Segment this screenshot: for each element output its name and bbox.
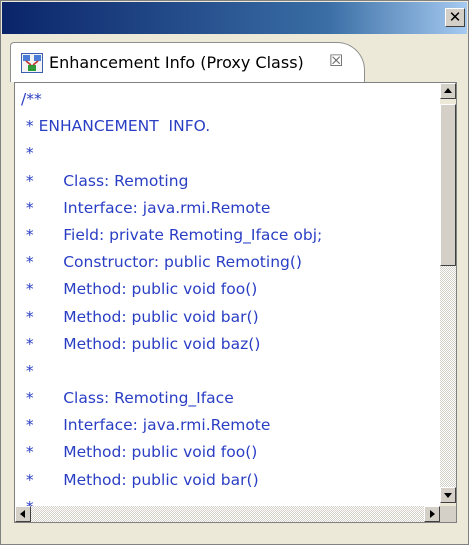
- arrow-up-icon: [444, 88, 452, 93]
- scroll-down-button[interactable]: [440, 487, 456, 503]
- horizontal-scrollbar[interactable]: [15, 506, 440, 522]
- code-line: * Interface: java.rmi.Remote: [21, 416, 271, 435]
- editor-pane[interactable]: /** * ENHANCEMENT INFO. * * Class: Remot…: [14, 82, 457, 523]
- tab-title: Enhancement Info (Proxy Class): [49, 53, 304, 72]
- code-line: * Class: Remoting: [21, 171, 189, 190]
- code-line: * Method: public void baz(): [21, 334, 261, 353]
- vertical-scroll-thumb[interactable]: [440, 104, 456, 266]
- arrow-right-icon: [430, 510, 435, 518]
- code-text: /** * ENHANCEMENT INFO. * * Class: Remot…: [21, 86, 433, 521]
- code-line: * Interface: java.rmi.Remote: [21, 198, 271, 217]
- tab-enhancement-info[interactable]: Enhancement Info (Proxy Class) ☒: [10, 42, 365, 82]
- code-line: * Method: public void bar(): [21, 470, 259, 489]
- window-frame: ✕ Enhancement Info (Proxy Class) ☒ /** *…: [0, 0, 469, 545]
- window-close-button[interactable]: ✕: [445, 8, 465, 27]
- tab-strip: Enhancement Info (Proxy Class) ☒: [2, 34, 467, 82]
- tab-close-icon[interactable]: ☒: [329, 51, 343, 70]
- scroll-up-button[interactable]: [440, 83, 456, 99]
- code-line: * Class: Remoting_Iface: [21, 389, 234, 408]
- code-line: * Field: private Remoting_Iface obj;: [21, 225, 323, 244]
- code-line: * Method: public void bar(): [21, 307, 259, 326]
- vertical-scrollbar[interactable]: [440, 83, 456, 506]
- arrow-left-icon: [20, 510, 25, 518]
- scroll-right-button[interactable]: [424, 506, 440, 522]
- scroll-left-button[interactable]: [15, 506, 31, 522]
- close-icon: ✕: [448, 8, 462, 26]
- code-line: * Method: public void foo(): [21, 280, 258, 299]
- code-line: *: [21, 144, 34, 163]
- code-line: * Constructor: public Remoting(): [21, 253, 302, 272]
- horizontal-scroll-track[interactable]: [31, 506, 424, 522]
- scrollbar-corner: [440, 506, 456, 522]
- code-line: * ENHANCEMENT INFO.: [21, 117, 211, 136]
- code-line: *: [21, 361, 34, 380]
- vertical-scroll-track[interactable]: [440, 266, 456, 487]
- arrow-down-icon: [444, 493, 452, 498]
- code-line: * Method: public void foo(): [21, 443, 258, 462]
- class-diagram-icon: [21, 53, 43, 73]
- code-line: /**: [21, 90, 42, 108]
- title-bar[interactable]: ✕: [2, 2, 467, 34]
